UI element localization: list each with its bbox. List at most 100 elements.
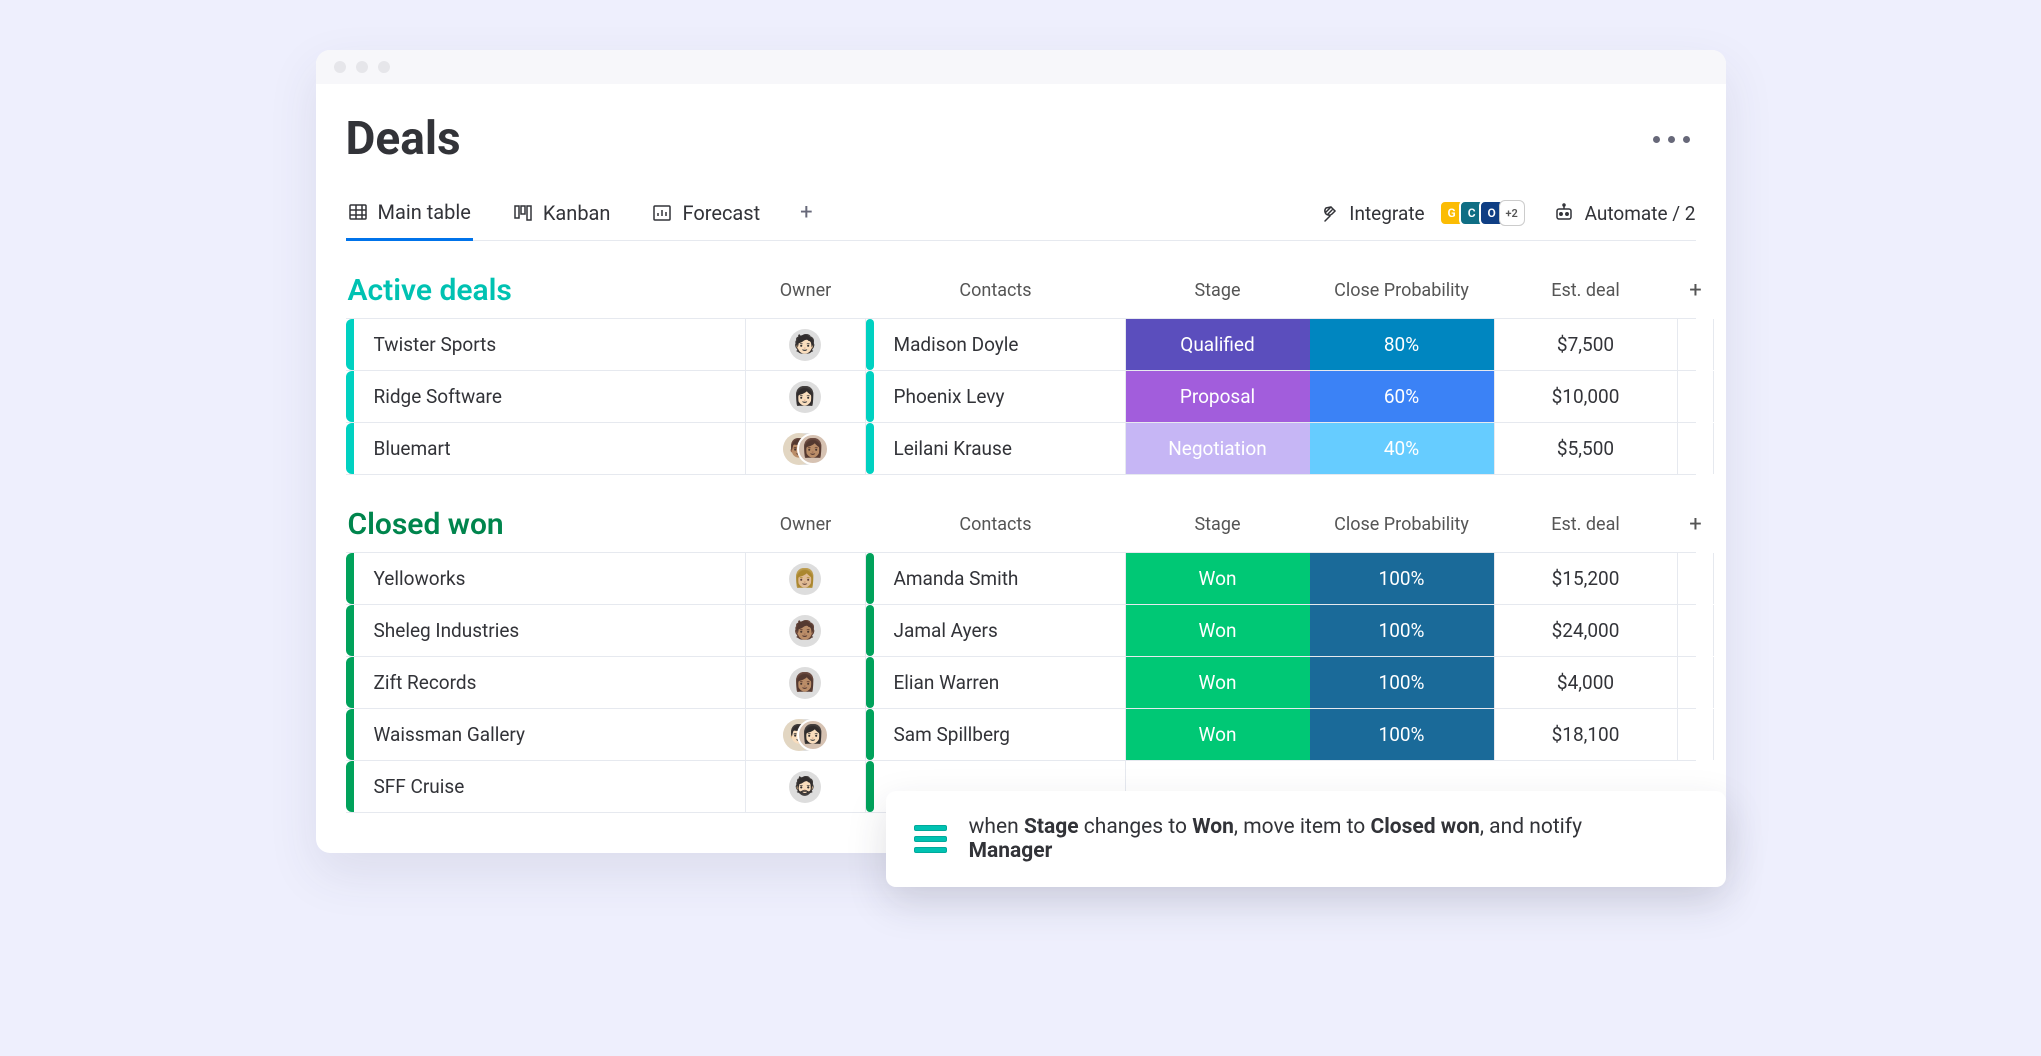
- stage-cell[interactable]: Proposal: [1126, 371, 1310, 422]
- est-deal-cell[interactable]: $5,500: [1494, 423, 1678, 474]
- row-end-cell: [1678, 371, 1714, 422]
- kanban-icon: [513, 203, 533, 223]
- column-header-stage[interactable]: Stage: [1126, 514, 1310, 535]
- contact-cell[interactable]: Phoenix Levy: [876, 371, 1126, 422]
- automation-toast[interactable]: when Stage changes to Won, move item to …: [886, 791, 1726, 887]
- close-probability-cell[interactable]: 100%: [1310, 709, 1494, 760]
- deal-name-cell[interactable]: Sheleg Industries: [354, 605, 746, 656]
- owner-cell[interactable]: 👨🏻👩🏻: [746, 709, 866, 760]
- window-dot: [356, 61, 368, 73]
- robot-icon: [1553, 202, 1575, 224]
- owner-avatar[interactable]: 🧔🏻: [789, 771, 821, 803]
- chart-icon: [652, 203, 672, 223]
- est-deal-cell[interactable]: $10,000: [1494, 371, 1678, 422]
- integrate-button[interactable]: Integrate G C O +2: [1319, 200, 1524, 226]
- table-row[interactable]: Waissman Gallery 👨🏻👩🏻 Sam SpillbergWon100%…: [346, 709, 1696, 761]
- deal-name-cell[interactable]: Bluemart: [354, 423, 746, 474]
- contact-cell[interactable]: Sam Spillberg: [876, 709, 1126, 760]
- group-title[interactable]: Closed won: [346, 507, 746, 542]
- close-probability-cell[interactable]: 40%: [1310, 423, 1494, 474]
- table-row[interactable]: Ridge Software 👩🏻 Phoenix LevyProposal60%$…: [346, 371, 1696, 423]
- add-view-button[interactable]: +: [800, 200, 812, 235]
- view-tab-kanban[interactable]: Kanban: [511, 195, 613, 239]
- group-color-stripe: [346, 423, 354, 474]
- automate-button[interactable]: Automate / 2: [1553, 202, 1696, 225]
- deal-name-cell[interactable]: Yelloworks: [354, 553, 746, 604]
- view-tab-forecast[interactable]: Forecast: [650, 195, 762, 239]
- row-end-cell: [1678, 553, 1714, 604]
- close-probability-cell[interactable]: 100%: [1310, 605, 1494, 656]
- table-row[interactable]: Sheleg Industries 🧑🏽 Jamal AyersWon100%$24…: [346, 605, 1696, 657]
- column-header-contacts[interactable]: Contacts: [866, 514, 1126, 535]
- column-header-owner[interactable]: Owner: [746, 514, 866, 535]
- owner-avatar[interactable]: 👨🏻👩🏻: [783, 719, 827, 751]
- stage-cell[interactable]: Qualified: [1126, 319, 1310, 370]
- column-header-close-probability[interactable]: Close Probability: [1310, 514, 1494, 535]
- view-tab-label: Forecast: [682, 201, 760, 225]
- close-probability-cell[interactable]: 100%: [1310, 553, 1494, 604]
- add-column-button[interactable]: +: [1678, 512, 1714, 537]
- window-dot: [334, 61, 346, 73]
- add-column-button[interactable]: +: [1678, 278, 1714, 303]
- column-header-stage[interactable]: Stage: [1126, 280, 1310, 301]
- deal-name-cell[interactable]: Ridge Software: [354, 371, 746, 422]
- deal-name-cell[interactable]: Twister Sports: [354, 319, 746, 370]
- group-color-stripe: [346, 657, 354, 708]
- column-header-est-deal[interactable]: Est. deal: [1494, 280, 1678, 301]
- owner-avatar[interactable]: 👨🏽👩🏽: [783, 433, 827, 465]
- est-deal-cell[interactable]: $24,000: [1494, 605, 1678, 656]
- close-probability-cell[interactable]: 80%: [1310, 319, 1494, 370]
- est-deal-cell[interactable]: $18,100: [1494, 709, 1678, 760]
- owner-avatar[interactable]: 🧑🏽: [789, 615, 821, 647]
- table-row[interactable]: Twister Sports 🧑🏻 Madison DoyleQualified80…: [346, 319, 1696, 371]
- more-options-button[interactable]: [1653, 136, 1696, 143]
- owner-cell[interactable]: 🧑🏻: [746, 319, 866, 370]
- page-title: Deals: [346, 112, 461, 166]
- table-row[interactable]: Bluemart 👨🏽👩🏽 Leilani KrauseNegotiation40%…: [346, 423, 1696, 475]
- stage-cell[interactable]: Won: [1126, 605, 1310, 656]
- deal-name-cell[interactable]: Waissman Gallery: [354, 709, 746, 760]
- close-probability-cell[interactable]: 100%: [1310, 657, 1494, 708]
- owner-cell[interactable]: 👩🏽: [746, 657, 866, 708]
- stage-cell[interactable]: Won: [1126, 709, 1310, 760]
- deal-name-cell[interactable]: SFF Cruise: [354, 761, 746, 812]
- group-color-stripe: [346, 553, 354, 604]
- contact-cell[interactable]: Amanda Smith: [876, 553, 1126, 604]
- table-row[interactable]: Zift Records 👩🏽 Elian WarrenWon100%$4,000: [346, 657, 1696, 709]
- stage-cell[interactable]: Won: [1126, 657, 1310, 708]
- automation-recipe-icon: [914, 825, 947, 853]
- contact-stripe: [866, 371, 876, 422]
- owner-cell[interactable]: 🧑🏽: [746, 605, 866, 656]
- row-end-cell: [1678, 605, 1714, 656]
- est-deal-cell[interactable]: $15,200: [1494, 553, 1678, 604]
- table-row[interactable]: Yelloworks 👩🏼 Amanda SmithWon100%$15,200: [346, 553, 1696, 605]
- column-header-owner[interactable]: Owner: [746, 280, 866, 301]
- view-tab-main-table[interactable]: Main table: [346, 194, 473, 241]
- owner-cell[interactable]: 🧔🏻: [746, 761, 866, 812]
- owner-avatar[interactable]: 👩🏽: [789, 667, 821, 699]
- contact-stripe: [866, 553, 876, 604]
- close-probability-cell[interactable]: 60%: [1310, 371, 1494, 422]
- deal-name-cell[interactable]: Zift Records: [354, 657, 746, 708]
- owner-avatar[interactable]: 👩🏻: [789, 381, 821, 413]
- column-header-est-deal[interactable]: Est. deal: [1494, 514, 1678, 535]
- contact-cell[interactable]: Leilani Krause: [876, 423, 1126, 474]
- contact-cell[interactable]: Jamal Ayers: [876, 605, 1126, 656]
- owner-cell[interactable]: 👩🏼: [746, 553, 866, 604]
- stage-cell[interactable]: Won: [1126, 553, 1310, 604]
- group-closed-won: Closed won Owner Contacts Stage Close Pr…: [346, 507, 1696, 813]
- owner-avatar[interactable]: 🧑🏻: [789, 329, 821, 361]
- owner-cell[interactable]: 👩🏻: [746, 371, 866, 422]
- est-deal-cell[interactable]: $7,500: [1494, 319, 1678, 370]
- contact-cell[interactable]: Madison Doyle: [876, 319, 1126, 370]
- column-header-close-probability[interactable]: Close Probability: [1310, 280, 1494, 301]
- owner-avatar[interactable]: 👩🏼: [789, 563, 821, 595]
- column-header-contacts[interactable]: Contacts: [866, 280, 1126, 301]
- view-tab-label: Kanban: [543, 201, 611, 225]
- group-title[interactable]: Active deals: [346, 273, 746, 308]
- est-deal-cell[interactable]: $4,000: [1494, 657, 1678, 708]
- owner-cell[interactable]: 👨🏽👩🏽: [746, 423, 866, 474]
- contact-cell[interactable]: Elian Warren: [876, 657, 1126, 708]
- contact-stripe: [866, 605, 876, 656]
- stage-cell[interactable]: Negotiation: [1126, 423, 1310, 474]
